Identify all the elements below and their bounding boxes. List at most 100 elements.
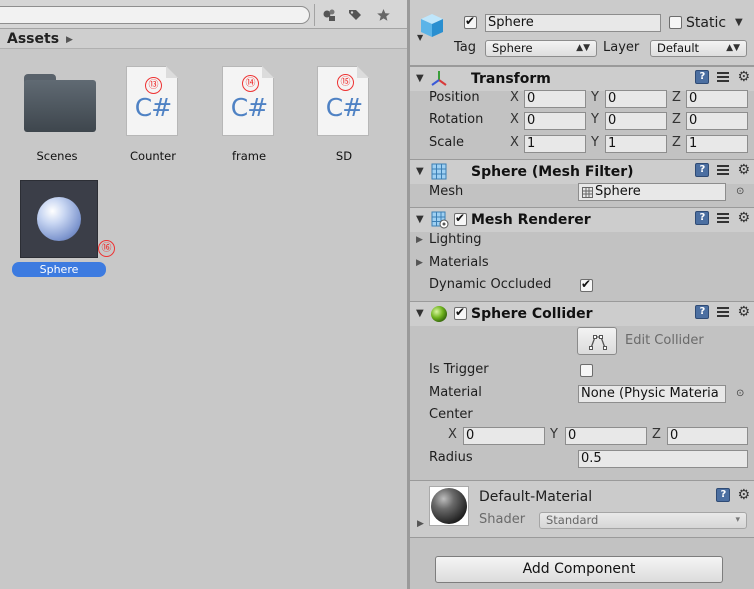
layer-dropdown[interactable]: Default ▲▼ [650,40,747,57]
layer-label: Layer [603,40,640,55]
scale-z-field[interactable]: 1 [686,135,748,153]
physic-material-field[interactable]: None (Physic Materia [578,385,726,403]
asset-label-selected: Sphere [12,262,106,277]
static-dropdown-icon[interactable]: ▼ [735,17,743,28]
gear-icon[interactable]: ⚙ [737,163,750,177]
gear-icon[interactable]: ⚙ [737,488,750,502]
asset-scenes-folder[interactable]: Scenes [12,66,102,166]
material-sphere-icon [431,488,467,524]
favorites-star-icon[interactable] [372,5,394,25]
radius-field[interactable]: 0.5 [578,450,748,468]
object-picker-icon[interactable]: ⊙ [736,388,744,399]
asset-label: frame [231,149,267,163]
shader-dropdown[interactable]: Standard ▾ [539,512,747,529]
fold-arrow-icon[interactable]: ▼ [416,214,424,225]
dynamic-occluded-checkbox[interactable] [580,277,593,292]
asset-frame-script[interactable]: C# ⑭ frame [204,66,294,166]
preset-icon[interactable] [716,211,730,225]
fold-arrow-icon[interactable]: ▼ [416,308,424,319]
mesh-filter-header[interactable]: ▼ Sphere (Mesh Filter) ? ⚙ [410,159,754,184]
materials-fold-icon[interactable]: ▶ [416,258,423,268]
center-z-field[interactable]: 0 [667,427,748,445]
gear-icon[interactable]: ⚙ [737,211,750,225]
preset-icon[interactable] [716,305,730,319]
tag-value: Sphere [492,41,533,55]
help-icon[interactable]: ? [695,163,710,177]
center-y-field[interactable]: 0 [565,427,647,445]
static-checkbox[interactable] [669,16,682,29]
rotation-z-field[interactable]: 0 [686,112,748,130]
scale-x-field[interactable]: 1 [524,135,586,153]
preset-icon[interactable] [716,70,730,84]
dynamic-occluded-label: Dynamic Occluded [429,277,552,292]
add-component-area: Add Component [410,537,754,589]
sphere-preview-icon [37,197,81,241]
material-section: ▶ Default-Material Shader Standard ▾ ? ⚙ [410,480,754,537]
tag-dropdown[interactable]: Sphere ▲▼ [485,40,597,57]
help-icon[interactable]: ? [695,211,710,225]
asset-label: Counter [130,149,176,163]
gear-icon[interactable]: ⚙ [737,305,750,319]
axis-x-label: X [510,112,519,127]
breadcrumb-assets[interactable]: Assets [7,31,59,47]
axis-z-label: Z [672,135,681,150]
fold-arrow-icon[interactable]: ▼ [416,73,424,84]
layer-value: Default [657,41,700,55]
dropdown-arrow-icon: ▾ [735,515,740,525]
position-y-field[interactable]: 0 [605,90,667,108]
mesh-value: Sphere [595,184,641,199]
add-component-button[interactable]: Add Component [435,556,723,583]
fold-arrow-icon[interactable]: ▼ [416,166,424,177]
sphere-collider-header[interactable]: ▼ Sphere Collider ? ⚙ [410,301,754,326]
lighting-fold-icon[interactable]: ▶ [416,235,423,245]
help-icon[interactable]: ? [695,305,710,319]
edit-collider-label: Edit Collider [625,333,704,348]
lighting-foldout[interactable]: Lighting [429,232,482,247]
materials-foldout[interactable]: Materials [429,255,489,270]
rotation-x-field[interactable]: 0 [524,112,586,130]
axis-y-label: Y [591,90,599,105]
axis-x-label: X [448,427,457,442]
asset-counter-script[interactable]: C# ⑬ Counter [108,66,198,166]
axis-x-label: X [510,90,519,105]
search-by-label-icon[interactable] [344,5,366,25]
mesh-renderer-enabled-checkbox[interactable] [454,211,467,226]
mesh-filter-title: Sphere (Mesh Filter) [471,164,634,180]
axis-z-label: Z [672,112,681,127]
mesh-renderer-body: ▶ Lighting ▶ Materials Dynamic Occluded [410,232,754,300]
mesh-renderer-header[interactable]: ▼ Mesh Renderer ? ⚙ [410,207,754,232]
help-icon[interactable]: ? [695,70,710,84]
is-trigger-checkbox[interactable] [580,364,593,377]
gear-icon[interactable]: ⚙ [737,70,750,84]
help-icon[interactable]: ? [716,488,731,502]
annotation-badge: ⑬ [145,77,162,94]
sphere-collider-enabled-checkbox[interactable] [454,305,467,320]
material-fold-icon[interactable]: ▶ [417,519,424,529]
breadcrumb: Assets ▶ [0,29,407,49]
center-x-field[interactable]: 0 [463,427,545,445]
axis-y-label: Y [591,112,599,127]
active-checkbox[interactable] [464,14,477,29]
rotation-y-field[interactable]: 0 [605,112,667,130]
position-x-field[interactable]: 0 [524,90,586,108]
radius-label: Radius [429,450,473,465]
position-z-field[interactable]: 0 [686,90,748,108]
scale-y-field[interactable]: 1 [605,135,667,153]
search-by-type-icon[interactable] [318,5,340,25]
shader-label: Shader [479,512,526,527]
object-name-field[interactable]: Sphere [485,14,661,32]
transform-header[interactable]: ▼ Transform ? ⚙ [410,66,754,91]
project-panel: Assets ▶ Scenes C# ⑬ Counter C# ⑭ frame … [0,0,407,589]
edit-collider-button[interactable] [577,327,617,355]
asset-sphere-mesh[interactable]: ⑯ Sphere [12,180,115,280]
annotation-badge: ⑯ [98,240,115,257]
transform-icon [430,70,448,92]
project-search-input[interactable] [0,6,310,24]
material-name: Default-Material [479,489,593,505]
asset-sd-script[interactable]: C# ⑮ SD [299,66,389,166]
preset-icon[interactable] [716,163,730,177]
object-picker-icon[interactable]: ⊙ [736,186,744,197]
mesh-object-field[interactable]: Sphere [578,183,726,201]
transform-title: Transform [471,71,551,87]
transform-body: Position X 0 Y 0 Z 0 Rotation X 0 Y 0 Z … [410,90,754,156]
